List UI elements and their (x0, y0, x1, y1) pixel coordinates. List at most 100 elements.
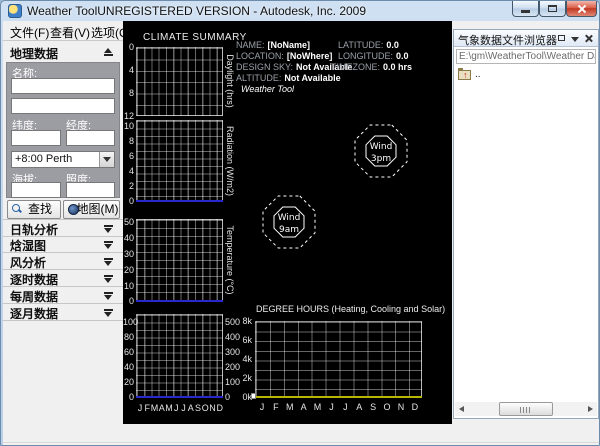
ytick: 6k (234, 335, 252, 345)
ytick: 0 (123, 42, 134, 52)
xtick-month: M (311, 402, 325, 412)
brand-label: Weather Tool (241, 84, 294, 94)
expand-icon[interactable] (104, 275, 113, 283)
timezone-selected-value: +8:00 Perth (15, 153, 72, 165)
chevron-down-icon (103, 157, 111, 162)
menu-item-file[interactable]: 文件(F) (10, 24, 49, 41)
panel-close-icon[interactable] (584, 34, 593, 43)
map-button[interactable]: 地图(M) (63, 200, 120, 219)
monthly-baseline (136, 396, 223, 398)
xtick-month: D (216, 403, 224, 413)
expand-icon[interactable] (104, 309, 113, 317)
temperature-baseline (136, 300, 223, 302)
altitude-input[interactable] (11, 182, 61, 198)
collapse-icon[interactable] (104, 48, 113, 56)
name-input-1[interactable] (11, 78, 115, 94)
latitude-input[interactable] (11, 130, 61, 146)
degree-hours-title: DEGREE HOURS (Heating, Cooling and Solar… (256, 304, 445, 314)
float-panel-icon[interactable] (557, 34, 566, 43)
sidebar-item-wind-analysis[interactable]: 风分析 (3, 253, 123, 270)
ytick: 40 (123, 233, 134, 243)
radiation-axis-label: Radiation (W/m2) (225, 126, 235, 196)
minimize-button[interactable] (512, 1, 539, 17)
panel-header-geographic-data[interactable]: 地理数据 (3, 44, 123, 61)
horizontal-scrollbar[interactable] (455, 402, 597, 416)
ytick: 4k (234, 354, 252, 364)
info-timezone: TIMEZONE:0.0 hrs (331, 62, 412, 72)
sidebar-item-sunpath-analysis[interactable]: 日轨分析 (3, 219, 123, 237)
app-window: Weather ToolUNREGISTERED VERSION - Autod… (0, 0, 600, 446)
xtick-month: M (283, 402, 297, 412)
ytick: 0 (123, 196, 134, 206)
wind-label: Wind (370, 142, 393, 152)
path-field[interactable]: E:\gm\WeatherTool\Weather Data (456, 49, 596, 64)
file-label: .. (475, 69, 481, 80)
ytick: 50 (123, 217, 134, 227)
sidebar-item-hourly-data[interactable]: 逐时数据 (3, 270, 123, 287)
app-icon (8, 4, 22, 18)
climate-summary-canvas[interactable]: CLIMATE SUMMARY NAME:[NoName] LOCATION:[… (123, 21, 452, 424)
ytick: 12 (123, 111, 134, 121)
wind-time-label: 3pm (371, 154, 391, 164)
menu-bar: 文件(F) 查看(V) 选项(O) (3, 21, 123, 41)
ytick: 2 (123, 181, 134, 191)
timezone-select[interactable]: +8:00 Perth (11, 151, 115, 168)
degree-hours-plot (255, 321, 422, 398)
ytick: 4 (123, 65, 134, 75)
ytick: 100 (123, 317, 134, 327)
search-button-label: 查找 (28, 202, 52, 216)
temperature-axis-label: Temperature (°C) (225, 225, 235, 294)
minimize-icon (521, 10, 530, 13)
ytick: 0 (123, 296, 134, 306)
expand-icon[interactable] (104, 258, 113, 266)
menu-item-view[interactable]: 查看(V) (50, 24, 90, 41)
window-title: Weather ToolUNREGISTERED VERSION - Autod… (27, 4, 366, 18)
info-latitude: LATITUDE:0.0 (338, 40, 399, 50)
scroll-left-icon[interactable] (455, 402, 469, 416)
expand-icon[interactable] (104, 225, 113, 233)
illuminance-input[interactable] (66, 182, 115, 198)
chart-title: CLIMATE SUMMARY (143, 32, 247, 43)
wind-label: Wind (278, 213, 301, 223)
expand-icon[interactable] (104, 241, 113, 249)
xtick-month: J (338, 402, 352, 412)
title-bar[interactable]: Weather ToolUNREGISTERED VERSION - Autod… (1, 1, 600, 21)
expand-icon[interactable] (104, 292, 113, 300)
daylight-plot (136, 47, 223, 116)
scroll-right-icon[interactable] (583, 402, 597, 416)
ytick: 6 (123, 151, 134, 161)
xtick-month: D (408, 402, 422, 412)
ytick: 2k (234, 373, 252, 383)
radiation-plot (136, 120, 223, 202)
name-input-2[interactable] (11, 98, 115, 114)
sidebar-item-monthly-data[interactable]: 逐月数据 (3, 304, 123, 321)
scrollbar-thumb[interactable] (499, 402, 553, 416)
wind-time-label: 9am (279, 225, 299, 235)
ytick: 4 (123, 166, 134, 176)
client-area: 文件(F) 查看(V) 选项(O) 地理数据 名称: 纬度: 经度: +8:00… (3, 21, 599, 444)
maximize-button[interactable] (539, 1, 566, 17)
globe-icon (68, 204, 79, 215)
close-button[interactable] (566, 1, 597, 17)
wind-rose-9am[interactable]: Wind 9am (257, 190, 321, 254)
ytick: 8 (123, 136, 134, 146)
info-altitude: ALTITUDE:Not Available (236, 73, 341, 83)
xtick-month: J (325, 402, 339, 412)
panel-menu-icon[interactable] (570, 34, 579, 43)
sidebar-item-weekly-data[interactable]: 每周数据 (3, 287, 123, 304)
combo-dropdown-button[interactable] (99, 152, 114, 167)
temperature-plot (136, 219, 223, 302)
longitude-input[interactable] (66, 130, 115, 146)
xtick-month: A (352, 402, 366, 412)
wind-rose-3pm[interactable]: Wind 3pm (349, 119, 413, 183)
xtick-month: O (380, 402, 394, 412)
sidebar-item-psychrometric-chart[interactable]: 焓湿图 (3, 236, 123, 253)
ytick: 40 (123, 362, 134, 372)
search-button[interactable]: 查找 (7, 200, 61, 219)
browser-title-bar[interactable]: 气象数据文件浏览器 (454, 30, 598, 47)
xtick-month: A (297, 402, 311, 412)
ytick: 8k (234, 316, 252, 326)
ytick: 60 (123, 347, 134, 357)
info-longitude: LONGITUDE:0.0 (338, 51, 409, 61)
ytick: 30 (123, 249, 134, 259)
